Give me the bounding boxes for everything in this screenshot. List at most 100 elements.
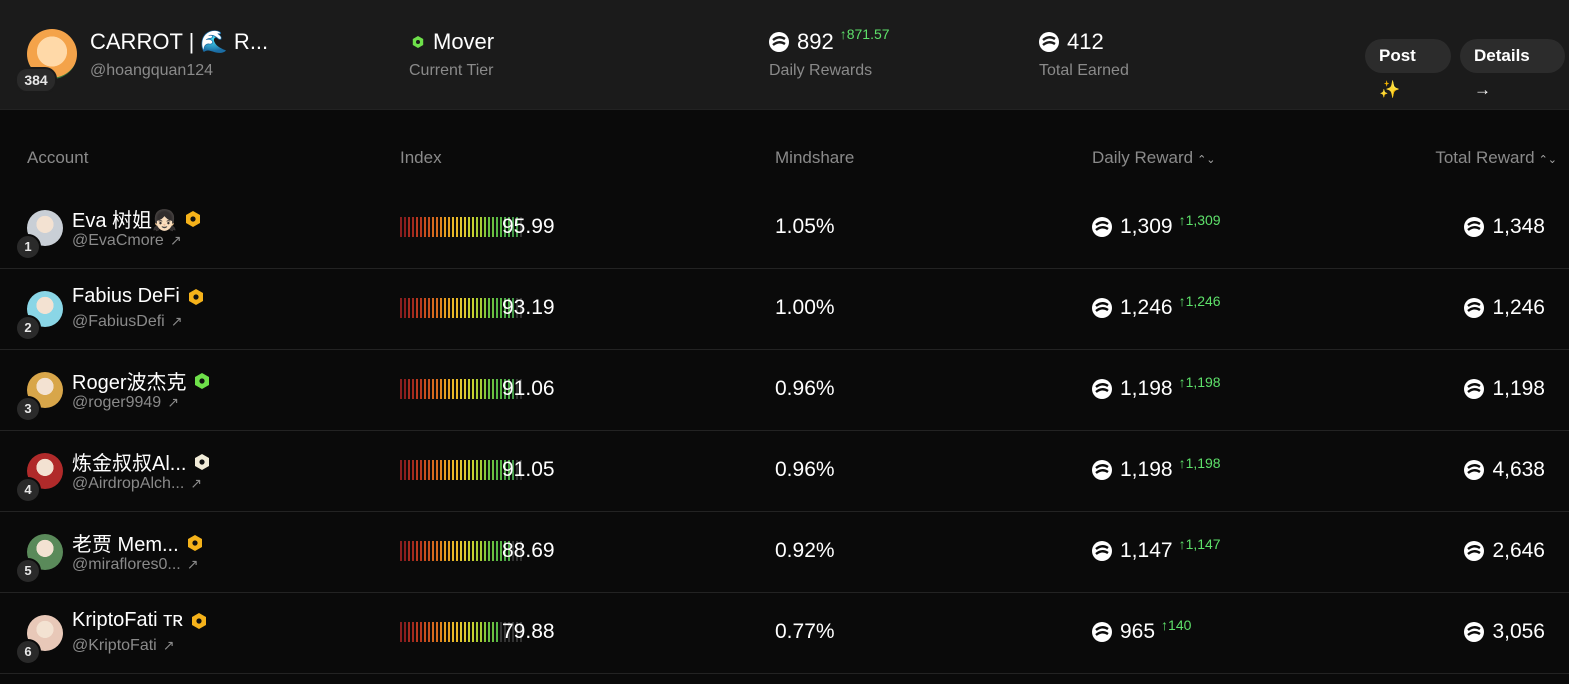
external-link-icon[interactable]: ↗ — [167, 394, 179, 410]
external-link-icon[interactable]: ↗ — [190, 475, 202, 491]
account-handle-text: @FabiusDefi — [72, 313, 165, 330]
daily-reward-amount: 1,246 — [1120, 296, 1173, 319]
index-gauge-segment — [424, 541, 426, 561]
table-row[interactable]: 4 炼金叔叔Al... @AirdropAlch... ↗ 91.05 0.96%… — [0, 431, 1569, 512]
index-gauge-segment — [420, 460, 422, 480]
total-reward-amount: 4,638 — [1492, 458, 1545, 481]
rank-badge: 4 — [15, 477, 41, 503]
index-gauge-segment — [400, 460, 402, 480]
index-gauge-segment — [420, 622, 422, 642]
column-header-daily-reward[interactable]: Daily Reward ⌃⌄ — [1092, 148, 1216, 168]
account-handle[interactable]: @KriptoFati ↗ — [72, 637, 174, 655]
table-row[interactable]: 5 老贾 Mem... @miraflores0... ↗ 88.69 0.92%… — [0, 512, 1569, 593]
index-gauge-segment — [476, 541, 478, 561]
mindshare-value: 0.96% — [775, 377, 835, 400]
index-gauge-segment — [444, 379, 446, 399]
index-gauge-segment — [496, 622, 498, 642]
account-handle[interactable]: @AirdropAlch... ↗ — [72, 475, 202, 493]
index-gauge-segment — [480, 379, 482, 399]
table-row[interactable]: 1 Eva 树姐👧🏻 @EvaCmore ↗ 95.99 1.05% 1,309 — [0, 188, 1569, 269]
index-gauge-segment — [412, 379, 414, 399]
index-gauge-segment — [428, 622, 430, 642]
external-link-icon[interactable]: ↗ — [170, 232, 182, 248]
index-gauge-segment — [444, 460, 446, 480]
index-gauge-segment — [464, 541, 466, 561]
index-gauge-segment — [484, 541, 486, 561]
index-gauge-segment — [456, 217, 458, 237]
daily-rewards-amount: 892 — [797, 29, 834, 54]
index-gauge-segment — [404, 460, 406, 480]
index-gauge-segment — [484, 460, 486, 480]
rank-badge: 5 — [15, 558, 41, 584]
index-gauge-segment — [440, 622, 442, 642]
index-gauge-segment — [472, 622, 474, 642]
index-gauge-segment — [448, 541, 450, 561]
total-reward: 3,056 — [1464, 620, 1545, 644]
index-gauge-segment — [444, 298, 446, 318]
index-gauge-segment — [400, 541, 402, 561]
index-value: 93.19 — [502, 296, 555, 319]
index-gauge-segment — [444, 217, 446, 237]
index-gauge-segment — [460, 298, 462, 318]
account-handle[interactable]: @EvaCmore ↗ — [72, 232, 182, 250]
index-gauge-segment — [424, 217, 426, 237]
index-gauge-segment — [484, 298, 486, 318]
mindshare-value: 0.92% — [775, 539, 835, 562]
table-row[interactable]: 2 Fabius DeFi @FabiusDefi ↗ 93.19 1.00% 1… — [0, 269, 1569, 350]
tier-hex-icon — [412, 36, 424, 48]
daily-rewards-label: Daily Rewards — [769, 62, 873, 79]
index-gauge-segment — [488, 622, 490, 642]
index-gauge-segment — [492, 379, 494, 399]
post-button[interactable]: Post ✨ — [1365, 39, 1451, 99]
sort-icon: ⌃⌄ — [1197, 154, 1216, 166]
token-icon — [1092, 217, 1112, 237]
account-name[interactable]: Roger波杰克 — [72, 366, 210, 395]
index-gauge-segment — [452, 298, 454, 318]
external-link-icon[interactable]: ↗ — [171, 313, 183, 329]
index-gauge-segment — [432, 298, 434, 318]
index-gauge-segment — [436, 541, 438, 561]
index-gauge-segment — [464, 298, 466, 318]
index-gauge-segment — [416, 622, 418, 642]
index-gauge-segment — [464, 460, 466, 480]
total-reward: 1,198 — [1464, 377, 1545, 401]
index-gauge-segment — [416, 541, 418, 561]
total-reward-amount: 2,646 — [1492, 539, 1545, 562]
column-header-total-reward[interactable]: Total Reward ⌃⌄ — [1435, 148, 1557, 168]
account-name[interactable]: Fabius DeFi — [72, 285, 204, 308]
index-gauge-segment — [484, 217, 486, 237]
index-gauge-segment — [428, 217, 430, 237]
index-gauge-segment — [412, 622, 414, 642]
external-link-icon[interactable]: ↗ — [163, 637, 175, 653]
total-reward: 1,348 — [1464, 215, 1545, 239]
index-gauge-segment — [456, 460, 458, 480]
mindshare-value: 0.77% — [775, 620, 835, 643]
index-gauge-segment — [408, 298, 410, 318]
index-gauge-segment — [404, 217, 406, 237]
index-value: 91.06 — [502, 377, 555, 400]
token-icon — [769, 32, 789, 52]
index-gauge-segment — [408, 217, 410, 237]
account-handle[interactable]: @FabiusDefi ↗ — [72, 313, 182, 331]
rank-badge: 2 — [15, 315, 41, 341]
account-name[interactable]: KriptoFati ᴛʀ — [72, 609, 207, 632]
details-button[interactable]: Details → — [1460, 39, 1565, 99]
account-handle[interactable]: @roger9949 ↗ — [72, 394, 179, 412]
token-icon — [1464, 298, 1485, 318]
index-gauge-segment — [468, 379, 470, 399]
index-gauge-segment — [448, 622, 450, 642]
index-gauge-segment — [460, 217, 462, 237]
index-gauge-segment — [488, 379, 490, 399]
daily-reward-delta: ↑1,246 — [1178, 293, 1221, 309]
account-name[interactable]: Eva 树姐👧🏻 — [72, 204, 201, 233]
index-gauge-segment — [468, 622, 470, 642]
account-handle-text: @EvaCmore — [72, 232, 164, 249]
table-row[interactable]: 6 KriptoFati ᴛʀ @KriptoFati ↗ 79.88 0.77%… — [0, 593, 1569, 674]
account-handle[interactable]: @miraflores0... ↗ — [72, 556, 198, 574]
table-row[interactable]: 3 Roger波杰克 @roger9949 ↗ 91.06 0.96% 1,198 — [0, 350, 1569, 431]
token-icon — [1464, 460, 1485, 480]
account-name[interactable]: 老贾 Mem... — [72, 528, 203, 557]
index-gauge-segment — [428, 460, 430, 480]
account-name[interactable]: 炼金叔叔Al... — [72, 447, 210, 476]
external-link-icon[interactable]: ↗ — [187, 556, 199, 572]
